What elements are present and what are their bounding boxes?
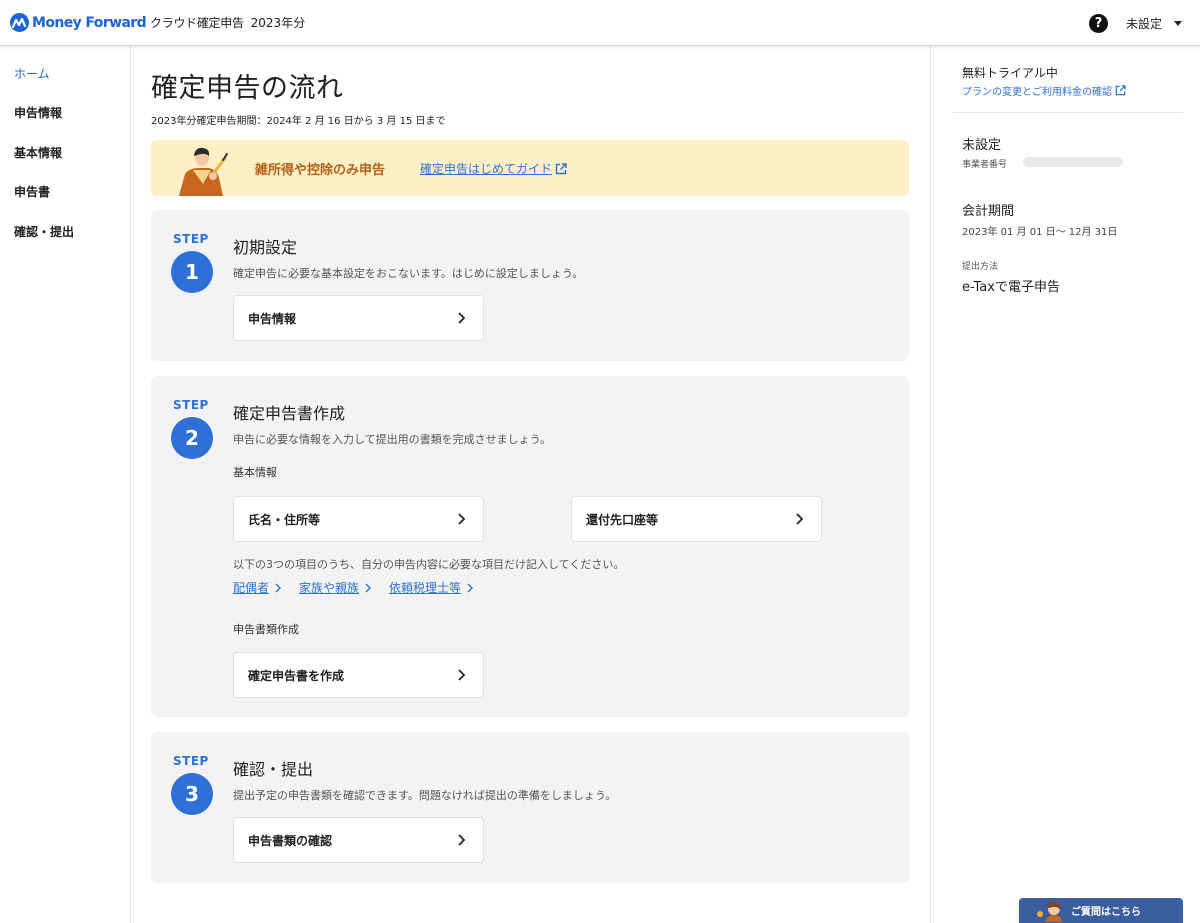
- review-documents-button-label: 申告書類の確認: [248, 833, 333, 848]
- step-title: 初期設定: [233, 238, 298, 257]
- support-chat-button[interactable]: ご質問はこちら: [1019, 898, 1183, 923]
- step-description: 確定申告に必要な基本設定をおこないます。はじめに設定しましょう。: [233, 267, 584, 280]
- step-2-card: STEP 2 確定申告書作成 申告に必要な情報を入力して提出用の書類を完成させま…: [151, 376, 909, 717]
- chevron-right-icon: [467, 583, 474, 592]
- step-number-badge: 3: [171, 773, 213, 815]
- business-name: 未設定: [962, 138, 1002, 153]
- trial-status: 無料トライアル中: [962, 66, 1058, 80]
- step-title: 確認・提出: [233, 760, 314, 779]
- filing-info-button[interactable]: 申告情報: [233, 295, 484, 341]
- chevron-right-icon: [365, 583, 372, 592]
- filing-info-button-label: 申告情報: [248, 311, 297, 326]
- basic-info-section-label: 基本情報: [233, 466, 277, 479]
- step-label: STEP: [173, 398, 209, 412]
- spouse-link-label: 配偶者: [233, 581, 270, 595]
- tax-accountant-link-label: 依頼税理士等: [389, 581, 462, 595]
- chevron-right-icon: [458, 513, 465, 525]
- sidebar-item-confirm-submit[interactable]: 確認・提出: [14, 223, 74, 240]
- submission-method-value: e-Taxで電子申告: [962, 280, 1060, 295]
- create-return-button[interactable]: 確定申告書を作成: [233, 652, 484, 698]
- step-label: STEP: [173, 232, 209, 246]
- optional-items-note: 以下の3つの項目のうち、自分の申告内容に必要な項目だけ記入してください。: [233, 558, 625, 571]
- spouse-link[interactable]: 配偶者: [233, 579, 282, 596]
- sidebar: ホーム 申告情報 基本情報 申告書 確認・提出: [0, 46, 131, 923]
- family-link-label: 家族や親族: [299, 581, 360, 595]
- refund-account-button-label: 還付先口座等: [586, 512, 659, 527]
- filing-period: 2023年分確定申告期間：2024年 2 月 16 日から 3 月 15 日まで: [151, 116, 446, 127]
- tax-year: 2023年分: [250, 16, 306, 30]
- family-link[interactable]: 家族や親族: [299, 579, 372, 596]
- plan-change-link[interactable]: プランの変更とご利用料金の確認: [962, 83, 1126, 98]
- name-address-button[interactable]: 氏名・住所等: [233, 496, 484, 542]
- fiscal-period-title: 会計期間: [962, 204, 1015, 219]
- product-name: クラウド確定申告: [150, 16, 244, 30]
- document-creation-label: 申告書類作成: [233, 623, 299, 636]
- optional-links: 配偶者 家族や親族 依頼税理士等: [233, 579, 491, 596]
- name-address-button-label: 氏名・住所等: [248, 512, 321, 527]
- step-number-badge: 1: [171, 251, 213, 293]
- user-menu-name[interactable]: 未設定: [1126, 15, 1162, 32]
- external-link-icon: [1115, 85, 1126, 96]
- chevron-right-icon: [458, 834, 465, 846]
- chevron-right-icon: [796, 513, 803, 525]
- divider: [953, 112, 1183, 113]
- refund-account-button[interactable]: 還付先口座等: [571, 496, 822, 542]
- create-return-button-label: 確定申告書を作成: [248, 668, 345, 683]
- sidebar-item-filing-info[interactable]: 申告情報: [14, 104, 62, 121]
- step-title: 確定申告書作成: [233, 404, 346, 423]
- external-link-icon: [555, 162, 567, 174]
- business-number-placeholder: [1023, 157, 1123, 167]
- plan-change-link-label: プランの変更とご利用料金の確認: [962, 87, 1112, 98]
- step-3-card: STEP 3 確認・提出 提出予定の申告書類を確認できます。問題なければ提出の準…: [151, 732, 909, 883]
- app-header: Money Forward クラウド確定申告 2023年分 ? 未設定: [0, 0, 1200, 46]
- first-time-guide-link[interactable]: 確定申告はじめてガイド: [420, 160, 567, 177]
- banner-title: 雑所得や控除のみ申告: [255, 163, 386, 178]
- question-circle-icon[interactable]: ?: [1088, 13, 1108, 33]
- tax-accountant-link[interactable]: 依頼税理士等: [389, 579, 474, 596]
- step-number-badge: 2: [171, 417, 213, 459]
- sidebar-item-return[interactable]: 申告書: [14, 183, 50, 200]
- step-1-card: STEP 1 初期設定 確定申告に必要な基本設定をおこないます。はじめに設定しま…: [151, 210, 909, 361]
- review-documents-button[interactable]: 申告書類の確認: [233, 817, 484, 863]
- money-forward-logo-icon: [10, 13, 29, 32]
- person-illustration-icon: [175, 144, 231, 196]
- chevron-right-icon: [458, 669, 465, 681]
- caret-down-icon[interactable]: [1174, 20, 1182, 26]
- step-description: 申告に必要な情報を入力して提出用の書類を完成させましょう。: [233, 433, 552, 446]
- step-label: STEP: [173, 754, 209, 768]
- fiscal-period-value: 2023年 01 月 01 日〜 12月 31日: [962, 227, 1118, 238]
- chevron-right-icon: [458, 312, 465, 324]
- business-number-label: 事業者番号: [962, 160, 1008, 170]
- submission-method-label: 提出方法: [962, 262, 999, 272]
- brand-name: Money Forward: [32, 14, 147, 31]
- logo[interactable]: Money Forward クラウド確定申告 2023年分: [10, 13, 305, 32]
- guide-banner: 雑所得や控除のみ申告 確定申告はじめてガイド: [151, 140, 909, 196]
- main-content: 確定申告の流れ 2023年分確定申告期間：2024年 2 月 16 日から 3 …: [131, 46, 930, 923]
- support-staff-icon: [1037, 901, 1062, 922]
- first-time-guide-link-label: 確定申告はじめてガイド: [420, 162, 553, 176]
- right-panel: 無料トライアル中 プランの変更とご利用料金の確認 未設定 事業者番号 会計期間 …: [930, 46, 1200, 923]
- support-chat-label: ご質問はこちら: [1071, 907, 1141, 918]
- sidebar-item-basic-info[interactable]: 基本情報: [14, 144, 62, 161]
- step-description: 提出予定の申告書類を確認できます。問題なければ提出の準備をしましょう。: [233, 789, 617, 802]
- sidebar-item-home[interactable]: ホーム: [14, 65, 50, 82]
- chevron-right-icon: [275, 583, 282, 592]
- page-title: 確定申告の流れ: [151, 73, 344, 104]
